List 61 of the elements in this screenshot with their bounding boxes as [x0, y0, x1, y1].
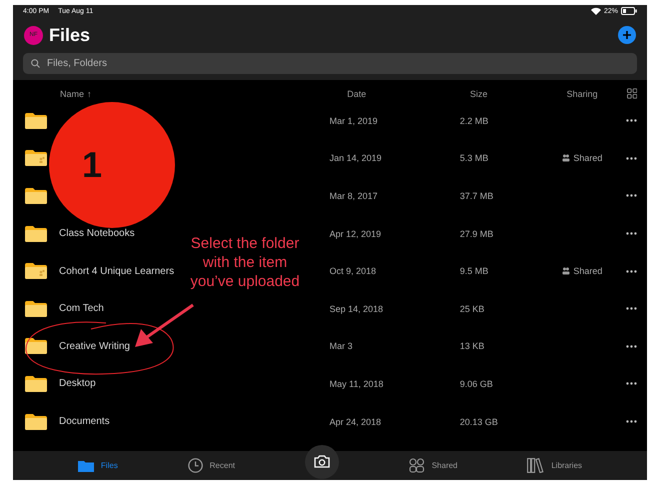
more-icon[interactable] — [626, 232, 637, 236]
size-cell-text: 37.7 MB — [460, 190, 494, 201]
date-cell-text: Apr 12, 2019 — [330, 228, 382, 239]
size-cell-text: 20.13 GB — [460, 416, 499, 427]
folder-name[interactable]: Class Notebooks — [59, 228, 135, 240]
tab[interactable]: Recent — [188, 458, 236, 473]
size-cell-text: 27.9 MB — [460, 228, 494, 239]
camera-button[interactable] — [304, 444, 339, 478]
more-icon[interactable] — [626, 382, 637, 386]
date-cell-text: Sep 14, 2018 — [330, 304, 384, 314]
annotation-text: Select the folder with the item you’ve uploaded — [189, 234, 301, 291]
folder-name[interactable]: Creative Writing — [59, 340, 130, 352]
sharing-column-header[interactable]: Sharing — [566, 88, 627, 98]
wifi-icon — [590, 7, 601, 15]
grid-view-icon[interactable] — [626, 88, 638, 99]
folder-name[interactable]: Com Tech — [59, 303, 104, 314]
date-cell-text: Jan 14, 2019 — [330, 153, 383, 164]
size-cell-text: 9.06 GB — [460, 378, 494, 389]
date-cell-text: Mar 8, 2017 — [330, 190, 379, 201]
size-cell-text: 5.3 MB — [460, 153, 490, 164]
search-field[interactable]: Files, Folders — [23, 53, 637, 74]
more-icon[interactable] — [626, 307, 637, 310]
people-icon — [562, 267, 570, 276]
camera-icon — [314, 455, 330, 468]
battery-icon — [621, 7, 637, 15]
size-cell-text: 9.5 MB — [460, 266, 490, 276]
size-cell-text: 25 KB — [460, 304, 486, 314]
sharing-status: Shared — [573, 266, 602, 276]
size-cell-text: 2.2 MB — [460, 116, 490, 126]
clock-icon — [188, 458, 203, 473]
folder-name[interactable]: Desktop — [59, 378, 96, 390]
tab[interactable]: Libraries — [527, 458, 582, 473]
people-icon — [408, 458, 425, 473]
name-column-header[interactable]: Name — [60, 88, 84, 98]
more-icon[interactable] — [626, 420, 637, 424]
people-icon — [562, 154, 570, 162]
size-column-header[interactable]: Size — [470, 88, 567, 98]
more-icon[interactable] — [626, 156, 637, 160]
tab[interactable]: Shared — [408, 458, 458, 473]
more-icon[interactable] — [626, 270, 637, 273]
date-column-header[interactable]: Date — [347, 88, 470, 98]
page-title: Files — [49, 24, 90, 46]
date-cell-text: Apr 24, 2018 — [330, 416, 382, 427]
sharing-status: Shared — [573, 153, 602, 164]
date-cell-text: Oct 9, 2018 — [330, 266, 378, 276]
size-cell-text: 13 KB — [460, 341, 486, 352]
more-icon[interactable] — [626, 344, 637, 348]
more-icon[interactable] — [626, 119, 637, 122]
step-number-badge: 1 — [49, 102, 175, 228]
books-icon — [527, 458, 544, 473]
more-icon[interactable] — [626, 194, 637, 198]
folder-name[interactable]: Cohort 4 Unique Learners — [59, 266, 174, 277]
add-button[interactable] — [618, 26, 636, 44]
date-cell-text: May 11, 2018 — [330, 378, 384, 389]
date-cell-text: Mar 3 — [330, 341, 354, 352]
date-cell-text: Mar 1, 2019 — [330, 116, 379, 126]
tab[interactable]: Files — [78, 460, 118, 472]
annotation-arrow — [133, 303, 195, 349]
folder-icon — [78, 460, 94, 472]
sort-arrow[interactable]: ↑ — [87, 88, 92, 98]
folder-name[interactable]: Documents — [59, 416, 110, 428]
